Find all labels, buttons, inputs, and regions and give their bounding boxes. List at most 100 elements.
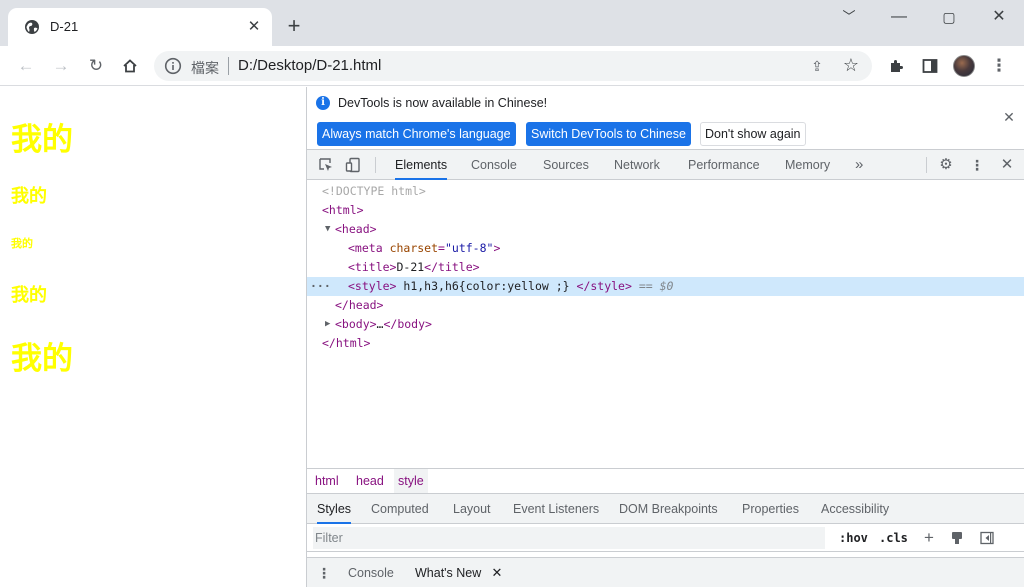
tab-computed[interactable]: Computed — [371, 494, 429, 524]
back-icon[interactable]: ← — [13, 53, 39, 79]
close-icon[interactable]: ✕ — [997, 155, 1017, 175]
toggle-sidebar-icon[interactable] — [977, 528, 997, 548]
styles-subtabbar: Styles Computed Layout Event Listeners D… — [307, 494, 1024, 524]
tag-text: <head> — [335, 222, 377, 236]
divider — [375, 157, 376, 173]
tab-console-drawer[interactable]: Console — [348, 558, 394, 587]
tag-text: > — [493, 241, 501, 255]
tab-properties[interactable]: Properties — [742, 494, 799, 524]
maximize-icon[interactable]: ▢ — [924, 0, 974, 34]
meta-line: <meta charset="utf-8"> — [348, 239, 500, 258]
infobar-message: DevTools is now available in Chinese! — [338, 96, 548, 110]
star-icon[interactable]: ☆ — [840, 54, 862, 76]
breadcrumb-html[interactable]: html — [311, 469, 343, 493]
attr-eq: = — [438, 241, 445, 255]
dom-node-html[interactable]: <html> — [307, 201, 1024, 220]
expand-triangle-icon[interactable]: ▶ — [325, 315, 330, 334]
more-horiz-icon[interactable]: ··· — [310, 277, 331, 296]
dom-node-style-selected[interactable]: ··· <style> h1,h3,h6{color:yellow ;} </s… — [307, 277, 1024, 296]
attr-name: charset — [389, 241, 439, 255]
tag-text: </head> — [335, 298, 384, 312]
style-line: <style> h1,h3,h6{color:yellow ;} </style… — [348, 277, 673, 296]
tab-performance[interactable]: Performance — [688, 150, 760, 180]
more-vert-icon[interactable]: ⋮ — [967, 155, 987, 175]
tag-text: </style> — [576, 279, 632, 293]
node-text: h1,h3,h6{color:yellow ;} — [403, 279, 570, 293]
tag-text: </html> — [322, 336, 371, 350]
more-vert-icon[interactable]: ⋮ — [317, 563, 331, 583]
breadcrumb-style[interactable]: style — [394, 469, 428, 493]
dom-node-html-close[interactable]: </html> — [307, 334, 1024, 353]
tab-sources[interactable]: Sources — [543, 150, 589, 180]
device-toolbar-icon[interactable] — [343, 155, 363, 175]
breadcrumb: html head style — [307, 468, 1024, 494]
reload-icon[interactable]: ↻ — [83, 53, 109, 79]
share-icon[interactable]: ⇪ — [806, 55, 828, 77]
tab-elements[interactable]: Elements — [395, 150, 448, 180]
doctype-text: <!DOCTYPE html> — [322, 184, 426, 198]
dont-show-again-button[interactable]: Don't show again — [700, 122, 806, 146]
globe-icon — [25, 20, 39, 34]
close-icon[interactable]: ✕ — [1001, 109, 1017, 125]
tab-network[interactable]: Network — [614, 150, 660, 180]
close-window-icon[interactable]: ✕ — [974, 0, 1024, 34]
body-line: <body>…</body> — [335, 315, 432, 334]
heading-h1: 我的 — [11, 122, 73, 158]
tab-layout[interactable]: Layout — [453, 494, 491, 524]
hov-toggle[interactable]: :hov — [839, 528, 868, 548]
plus-icon[interactable]: + — [282, 15, 306, 39]
dom-node-doctype[interactable]: <!DOCTYPE html> — [307, 182, 1024, 201]
filter-input[interactable]: Filter — [313, 527, 825, 549]
cls-toggle[interactable]: .cls — [879, 528, 908, 548]
tab-memory[interactable]: Memory — [785, 150, 830, 180]
close-icon[interactable]: ✕ — [244, 17, 264, 37]
close-icon[interactable]: ✕ — [490, 565, 504, 581]
tag-text: <style> — [348, 279, 397, 293]
extensions-icon[interactable] — [883, 53, 909, 79]
expand-triangle-icon[interactable]: ▼ — [325, 220, 330, 239]
url-text[interactable]: D:/Desktop/D-21.html — [238, 57, 381, 74]
tab-styles[interactable]: Styles — [317, 494, 352, 524]
gear-icon[interactable]: ⚙ — [936, 155, 956, 175]
switch-to-chinese-button[interactable]: Switch DevTools to Chinese — [526, 122, 691, 146]
heading-h3: 我的 — [11, 186, 47, 207]
tab-title: D-21 — [50, 19, 79, 34]
dom-node-head-close[interactable]: </head> — [307, 296, 1024, 315]
more-tabs-icon[interactable]: » — [855, 150, 863, 180]
attr-value: "utf-8" — [444, 241, 494, 255]
chevron-down-icon[interactable]: ﹀ — [824, 0, 874, 34]
dom-node-head[interactable]: ▼ <head> — [307, 220, 1024, 239]
page-viewport: 我的 我的 我的 我的 我的 — [0, 87, 306, 587]
sidepanel-icon[interactable] — [917, 53, 943, 79]
dom-node-title[interactable]: <title>D-21</title> — [307, 258, 1024, 277]
devtools-panel: i DevTools is now available in Chinese! … — [306, 87, 1024, 587]
node-text: D-21 — [396, 260, 425, 274]
tab-event-listeners[interactable]: Event Listeners — [513, 494, 599, 524]
forward-icon[interactable]: → — [48, 53, 74, 79]
info-icon: i — [316, 96, 330, 110]
heading-h1: 我的 — [11, 341, 73, 377]
dom-node-meta[interactable]: <meta charset="utf-8"> — [307, 239, 1024, 258]
info-icon[interactable] — [164, 57, 182, 75]
dom-node-body[interactable]: ▶ <body>…</body> — [307, 315, 1024, 334]
tab-accessibility[interactable]: Accessibility — [821, 494, 889, 524]
tab-dom-breakpoints[interactable]: DOM Breakpoints — [619, 494, 718, 524]
inspect-icon[interactable] — [316, 155, 336, 175]
breadcrumb-head[interactable]: head — [352, 469, 388, 493]
element-state-icon[interactable] — [947, 528, 967, 548]
more-vert-icon[interactable]: ⋮ — [986, 53, 1012, 79]
selected-marker: == $0 — [638, 279, 674, 293]
tab-whats-new[interactable]: What's New — [415, 558, 481, 587]
browser-tab[interactable]: D-21 ✕ — [8, 8, 272, 46]
profile-avatar[interactable] — [953, 55, 975, 77]
always-match-language-button[interactable]: Always match Chrome's language — [317, 122, 516, 146]
new-style-rule-icon[interactable]: + — [919, 528, 939, 548]
tab-console[interactable]: Console — [471, 150, 517, 180]
minimize-icon[interactable]: — — [874, 0, 924, 34]
tag-text: <title> — [348, 260, 397, 274]
devtools-tabbar: Elements Console Sources Network Perform… — [307, 150, 1024, 180]
title-bar: D-21 ✕ + ﹀ — ▢ ✕ — [0, 0, 1024, 46]
address-bar[interactable]: 檔案 D:/Desktop/D-21.html ⇪ ☆ — [154, 51, 872, 81]
home-icon[interactable] — [117, 53, 143, 79]
title-line: <title>D-21</title> — [348, 258, 480, 277]
